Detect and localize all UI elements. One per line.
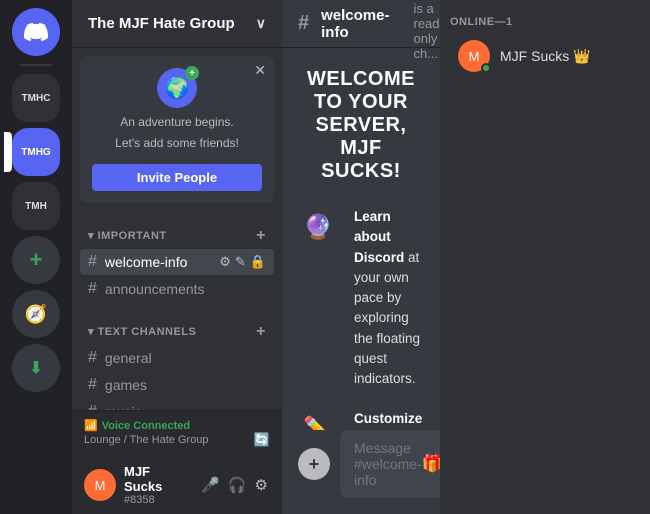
explore-button[interactable]: 🧭 [12,290,60,338]
app: TMHC TMHG TMH + 🧭 ⬇ The MJF Hate Group ∨… [0,0,650,514]
invite-card-subtitle: Let's add some friends! [92,135,262,152]
invite-avatar-plus-icon: + [185,66,199,80]
channel-name-welcome-info: welcome-info [105,254,187,270]
text-channels-label: ▾ TEXT CHANNELS [88,325,196,338]
channel-hash-icon: # [88,253,97,271]
important-label: ▾ IMPORTANT [88,229,167,242]
channel-item-announcements[interactable]: # announcements [80,276,274,302]
message-input-bar: + Message #welcome-info 🎁 GIF 😊 [282,430,440,514]
voice-connected-refresh-icon[interactable]: 🔄 [254,432,270,448]
important-add-button[interactable]: + [256,227,266,245]
voice-connected-channel: Lounge / The Hate Group 🔄 [84,432,270,448]
server-divider [20,64,52,66]
active-indicator [4,132,12,172]
voice-connected-icon: 📶 [84,419,98,432]
channel-name-announcements: announcements [105,281,205,297]
server-list: TMHC TMHG TMH + 🧭 ⬇ [0,0,72,514]
online-section: ONLINE—1 M MJF Sucks 👑 [440,0,650,84]
user-controls: 🎤 🎧 ⚙ [199,474,270,496]
tmh-icon[interactable]: TMH [12,182,60,230]
channel-item-music[interactable]: # music [80,399,274,410]
tmhg-icon[interactable]: TMHG [12,128,60,176]
sidebar-content: ✕ 🌍 + An adventure begins. Let's add som… [72,48,282,410]
voice-connected-label: Voice Connected [102,420,190,432]
member-avatar-mjf: M [458,40,490,72]
channel-action-icons: ⚙ ✎ 🔒 [219,254,266,270]
server-header[interactable]: The MJF Hate Group ∨ [72,0,282,48]
welcome-item-customize: ✏️ Customize your server with an awesome… [298,409,424,430]
channel-item-general[interactable]: # general [80,345,274,371]
invite-people-button[interactable]: Invite People [92,164,262,191]
discord-icon[interactable] [12,8,60,56]
invite-card-close-button[interactable]: ✕ [254,62,266,79]
customize-text: Customize your server with an awesome na… [354,409,424,430]
user-settings-button[interactable]: ⚙ [253,474,270,496]
server-item-tmh[interactable]: TMH [12,182,60,230]
welcome-title: WELCOME TO YOUR SERVER, MJF SUCKS! [298,68,424,183]
channel-header-hash-icon: # [298,12,309,35]
deafen-button[interactable]: 🎧 [226,474,249,496]
invite-avatar: 🌍 + [157,68,197,108]
user-info: MJF Sucks #8358 [124,464,191,506]
settings-icon[interactable]: ⚙ [219,254,231,270]
server-item-tmhc[interactable]: TMHC [12,74,60,122]
member-name-mjf: MJF Sucks 👑 [500,48,591,65]
learn-icon: 🔮 [298,207,338,247]
channel-header: # welcome-info This is a read-only ch...… [282,0,440,48]
lock-icon[interactable]: 🔒 [250,254,266,270]
main-content: # welcome-info This is a read-only ch...… [282,0,440,514]
server-header-chevron-icon: ∨ [256,15,266,32]
channel-hash-icon: # [88,349,97,367]
messages-area: WELCOME TO YOUR SERVER, MJF SUCKS! 🔮 Lea… [282,48,440,430]
user-tag: #8358 [124,494,191,506]
download-button[interactable]: ⬇ [12,344,60,392]
online-status-dot [481,63,491,73]
text-channels-section: ▾ TEXT CHANNELS + # general # games # mu… [72,307,282,410]
voice-connected-channel-name: Lounge / The Hate Group [84,434,209,446]
welcome-item-learn: 🔮 Learn about Discord at your own pace b… [298,207,424,389]
text-channels-add-button[interactable]: + [256,323,266,341]
channel-item-games[interactable]: # games [80,372,274,398]
server-name: The MJF Hate Group [88,15,235,32]
add-attachment-button[interactable]: + [298,448,330,480]
channel-item-welcome-info[interactable]: # welcome-info ⚙ ✎ 🔒 [80,249,274,275]
tmhc-icon[interactable]: TMHC [12,74,60,122]
edit-icon[interactable]: ✎ [235,254,246,270]
channel-hash-icon: # [88,376,97,394]
user-panel: M MJF Sucks #8358 🎤 🎧 ⚙ [72,456,282,514]
learn-bold: Learn about Discord [354,209,404,265]
avatar-icon: 🌍 [165,76,190,101]
online-section-header: ONLINE—1 [450,16,640,28]
channel-hash-icon: # [88,403,97,410]
channel-header-name: welcome-info [321,7,389,41]
channel-name-music: music [105,404,142,410]
mute-button[interactable]: 🎤 [199,474,222,496]
channel-hash-icon: # [88,280,97,298]
important-section-header[interactable]: ▾ IMPORTANT + [80,227,274,249]
channel-sidebar: The MJF Hate Group ∨ ✕ 🌍 + An adventure … [72,0,282,514]
customize-bold: Customize your server [354,411,422,430]
channel-name-general: general [105,350,152,366]
right-sidebar: ONLINE—1 M MJF Sucks 👑 [440,0,650,514]
voice-connected-bar: 📶 Voice Connected Lounge / The Hate Grou… [72,410,282,456]
voice-connected-status: 📶 Voice Connected [84,419,270,432]
username: MJF Sucks [124,464,191,494]
server-item-tmhg[interactable]: TMHG [12,128,60,176]
invite-card: ✕ 🌍 + An adventure begins. Let's add som… [80,56,274,203]
text-channels-section-header[interactable]: ▾ TEXT CHANNELS + [80,323,274,345]
invite-card-title: An adventure begins. [92,114,262,131]
customize-icon: ✏️ [298,409,338,430]
add-server-button[interactable]: + [12,236,60,284]
user-avatar: M [84,469,116,501]
message-placeholder: Message #welcome-info [354,440,422,488]
server-item-discord[interactable] [12,8,60,56]
learn-text: Learn about Discord at your own pace by … [354,207,424,389]
channel-name-games: games [105,377,147,393]
important-section: ▾ IMPORTANT + # welcome-info ⚙ ✎ 🔒 # ann… [72,211,282,307]
member-item-mjf[interactable]: M MJF Sucks 👑 [450,36,640,76]
